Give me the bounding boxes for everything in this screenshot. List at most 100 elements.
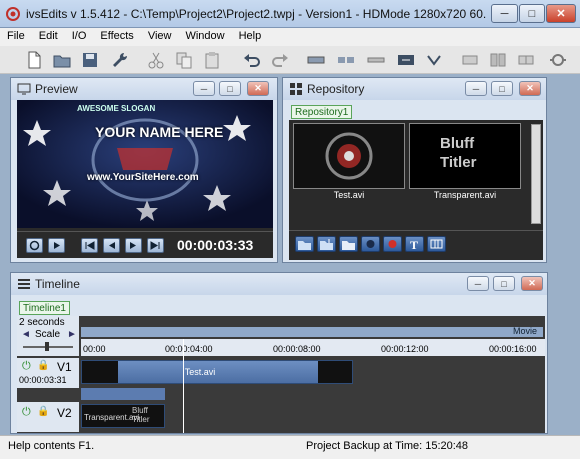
new-file-icon[interactable] <box>24 50 44 70</box>
folder-button[interactable] <box>339 236 358 252</box>
menu-effects[interactable]: Effects <box>93 28 140 46</box>
ruler-tick-4: 00:00:16:00 <box>489 344 537 354</box>
close-button[interactable]: ✕ <box>546 4 576 23</box>
link-icon[interactable] <box>460 50 480 70</box>
ruler-tick-0: 00:00 <box>83 344 106 354</box>
menu-help[interactable]: Help <box>232 28 269 46</box>
scale-right-arrow[interactable]: ► <box>67 329 77 340</box>
trim-icon[interactable] <box>306 50 326 70</box>
maximize-button[interactable]: □ <box>519 4 545 23</box>
preview-timecode: 00:00:03:33 <box>177 237 254 253</box>
svg-text:T: T <box>410 238 418 251</box>
preview-divider <box>17 231 273 232</box>
track-timecode-v1: 00:00:03:31 <box>19 375 67 385</box>
group-icon[interactable] <box>488 50 508 70</box>
columns-button[interactable] <box>427 236 446 252</box>
time-ruler[interactable]: 00:00 00:00:04:00 00:00:08:00 00:00:12:0… <box>81 339 545 356</box>
snap-icon[interactable] <box>396 50 416 70</box>
timeline-maximize-button[interactable]: □ <box>493 276 515 291</box>
playhead[interactable] <box>183 339 185 433</box>
import-button[interactable] <box>295 236 314 252</box>
record-red-button[interactable] <box>383 236 402 252</box>
track-header-v2: ⏻ 🔒 V2 <box>17 402 79 432</box>
lock-icon[interactable]: 🔒 <box>37 406 49 417</box>
ungroup-icon[interactable] <box>516 50 536 70</box>
tab-repository1[interactable]: Repository1 <box>291 105 353 119</box>
go-start-button[interactable] <box>81 238 98 253</box>
import-sequence-icon <box>320 239 333 250</box>
menu-io[interactable]: I/O <box>65 28 94 46</box>
power-icon[interactable]: ⏻ <box>22 360 31 373</box>
step-back-button[interactable] <box>103 238 120 253</box>
clip-test[interactable]: Test.avi <box>81 360 353 384</box>
join-icon[interactable] <box>366 50 386 70</box>
menu-edit[interactable]: Edit <box>32 28 65 46</box>
record-red-icon <box>388 240 397 248</box>
menu-window[interactable]: Window <box>178 28 231 46</box>
media-label-test: Test.avi <box>333 190 365 200</box>
repository-scrollbar[interactable] <box>531 124 541 224</box>
repository-maximize-button[interactable]: □ <box>491 81 513 96</box>
record-circle-button[interactable] <box>361 236 380 252</box>
scale-left-arrow[interactable]: ◄ <box>21 329 31 340</box>
media-item-transparent[interactable]: Bluff Titler <box>409 123 521 189</box>
repository-close-button[interactable]: ✕ <box>519 81 541 96</box>
menu-file[interactable]: File <box>0 28 32 46</box>
menu-view[interactable]: View <box>141 28 179 46</box>
undo-icon[interactable] <box>242 50 262 70</box>
clip-transparent-label: Transparent.avi <box>84 413 140 422</box>
window-title: ivsEdits v 1.5.412 - C:\Temp\Project2\Pr… <box>26 7 486 21</box>
loop-button[interactable] <box>26 238 43 253</box>
scale-label: Scale <box>35 329 61 340</box>
clip-test-thumb <box>82 361 118 383</box>
thumb-test-image <box>294 124 404 188</box>
repository-minimize-button[interactable]: ─ <box>465 81 487 96</box>
scale-slider-thumb[interactable] <box>45 342 49 351</box>
movie-label: Movie <box>512 326 537 336</box>
grid-icon <box>290 83 302 95</box>
transition-bar[interactable] <box>81 388 165 400</box>
play-button[interactable] <box>48 238 65 253</box>
title-text-button[interactable]: T <box>405 236 424 252</box>
timeline-title: Timeline <box>35 277 80 291</box>
import-sequence-button[interactable] <box>317 236 336 252</box>
track-name-v1: V1 <box>57 360 72 374</box>
clip-test-end-thumb <box>318 361 352 383</box>
step-forward-icon <box>130 242 136 249</box>
preview-close-button[interactable]: ✕ <box>247 81 269 96</box>
timeline-minimize-button[interactable]: ─ <box>467 276 489 291</box>
media-item-test[interactable] <box>293 123 405 189</box>
minimize-button[interactable]: ─ <box>491 4 518 23</box>
timeline-scale-box: 2 seconds ◄ Scale ► <box>17 316 79 356</box>
preview-title: Preview <box>35 82 78 96</box>
clip-transparent[interactable]: Transparent.avi Bluff Titler <box>81 404 165 428</box>
track-name-v2: V2 <box>57 406 72 420</box>
save-icon[interactable] <box>80 50 100 70</box>
open-folder-icon[interactable] <box>52 50 72 70</box>
repository-title: Repository <box>307 82 365 96</box>
go-end-button[interactable] <box>147 238 164 253</box>
go-start-icon <box>85 241 95 250</box>
folder-icon <box>342 241 355 250</box>
cut-icon[interactable] <box>146 50 166 70</box>
marker-icon[interactable] <box>424 50 444 70</box>
preview-minimize-button[interactable]: ─ <box>193 81 215 96</box>
settings-icon[interactable] <box>548 50 568 70</box>
split-icon[interactable] <box>336 50 356 70</box>
step-forward-button[interactable] <box>125 238 142 253</box>
preview-maximize-button[interactable]: □ <box>219 81 241 96</box>
menu-bar: File Edit I/O Effects View Window Help <box>0 28 580 46</box>
tab-timeline1[interactable]: Timeline1 <box>19 301 70 315</box>
app-logo-icon <box>6 7 20 21</box>
timeline-icon <box>18 279 30 289</box>
wrench-icon[interactable] <box>110 50 130 70</box>
redo-icon[interactable] <box>270 50 290 70</box>
monitor-icon <box>17 83 31 95</box>
timeline-close-button[interactable]: ✕ <box>521 276 543 291</box>
copy-icon[interactable] <box>174 50 194 70</box>
lock-icon[interactable]: 🔒 <box>37 360 49 371</box>
media-label-transparent: Transparent.avi <box>433 190 497 200</box>
paste-icon[interactable] <box>202 50 222 70</box>
power-icon[interactable]: ⏻ <box>22 406 31 419</box>
record-circle-icon <box>366 240 375 248</box>
